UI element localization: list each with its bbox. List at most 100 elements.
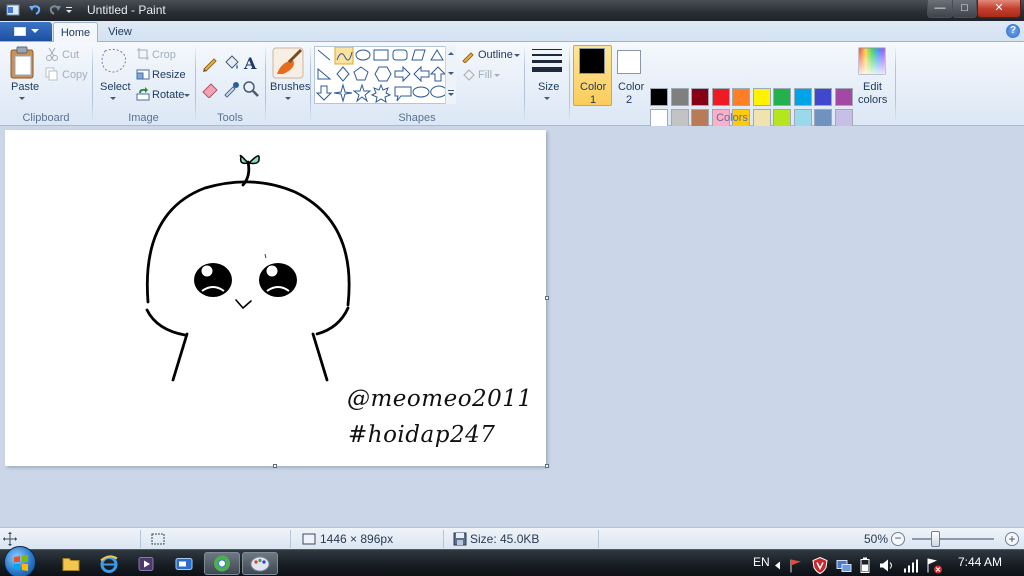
network-share-icon[interactable] xyxy=(835,554,853,576)
palette-swatch[interactable] xyxy=(711,88,730,106)
edit-colors-label-line1[interactable]: Edit xyxy=(863,81,882,93)
brushes-button[interactable]: Brushes xyxy=(270,81,310,93)
text-tool-icon[interactable]: A xyxy=(242,54,260,72)
edit-colors-icon[interactable] xyxy=(857,46,887,76)
status-bar: 1446 × 896px Size: 45.0KB 50% − + xyxy=(0,527,1024,549)
rotate-dropdown-icon[interactable] xyxy=(184,94,190,97)
tab-view[interactable]: View xyxy=(100,22,140,43)
chrome-icon xyxy=(214,555,230,572)
zoom-out-button[interactable]: − xyxy=(891,532,905,546)
color2-swatch[interactable] xyxy=(617,50,641,74)
help-icon[interactable]: ? xyxy=(1006,24,1020,38)
start-button[interactable] xyxy=(4,546,36,576)
resize-handle-bottom[interactable] xyxy=(273,464,277,468)
color2-label-line2[interactable]: 2 xyxy=(626,94,632,106)
quick-access-dropdown-icon[interactable] xyxy=(64,2,74,18)
maximize-button[interactable]: □ xyxy=(952,0,977,18)
antivirus-icon[interactable] xyxy=(811,554,829,576)
disk-icon xyxy=(453,532,467,546)
shapes-gallery-icons[interactable] xyxy=(315,47,455,103)
brushes-dropdown-icon[interactable] xyxy=(285,97,291,100)
media-player-icon[interactable] xyxy=(136,552,156,575)
palette-swatch[interactable] xyxy=(773,88,791,106)
resize-handle-corner[interactable] xyxy=(545,464,549,468)
fill-button[interactable]: Fill xyxy=(478,69,492,81)
cut-button[interactable]: Cut xyxy=(62,49,79,61)
palette-swatch[interactable] xyxy=(691,88,709,106)
paint-app-icon[interactable] xyxy=(5,2,21,18)
palette-swatch[interactable] xyxy=(732,88,750,106)
select-icon[interactable] xyxy=(99,47,129,77)
chevron-down-icon[interactable] xyxy=(448,72,454,75)
outline-button[interactable]: Outline xyxy=(478,49,513,61)
language-indicator[interactable]: EN xyxy=(753,555,770,569)
tab-home[interactable]: Home xyxy=(53,22,98,43)
video-app-icon[interactable] xyxy=(174,552,194,575)
palette-swatch[interactable] xyxy=(814,88,832,106)
resize-button[interactable]: Resize xyxy=(152,69,186,81)
fill-bucket-icon[interactable] xyxy=(222,54,240,72)
crop-button[interactable]: Crop xyxy=(152,49,176,61)
expand-gallery-icon[interactable] xyxy=(448,90,454,91)
taskbar-paint-app[interactable] xyxy=(242,552,278,575)
window-title: Untitled - Paint xyxy=(87,3,166,17)
shapes-group-label: Shapes xyxy=(398,112,436,124)
wifi-signal-icon[interactable] xyxy=(902,554,920,576)
color1-swatch xyxy=(579,48,605,74)
brushes-icon[interactable] xyxy=(271,46,305,80)
outline-dropdown-icon[interactable] xyxy=(514,54,520,57)
palette-swatch[interactable] xyxy=(650,88,668,106)
color2-label-line1[interactable]: Color xyxy=(618,81,644,93)
undo-icon[interactable] xyxy=(27,2,43,18)
paste-dropdown-icon[interactable] xyxy=(19,97,25,100)
taskbar-browser-app[interactable] xyxy=(204,552,240,575)
clock[interactable]: 7:44 AM xyxy=(958,555,1002,569)
paste-button[interactable]: Paste xyxy=(11,81,39,93)
select-button[interactable]: Select xyxy=(100,81,131,93)
fill-dropdown-icon[interactable] xyxy=(494,74,500,77)
paste-icon[interactable] xyxy=(8,46,38,80)
palette-swatch[interactable] xyxy=(834,88,853,106)
minimize-button[interactable]: — xyxy=(927,0,953,18)
size-dropdown-icon[interactable] xyxy=(544,97,550,100)
zoom-slider-thumb[interactable] xyxy=(931,531,940,547)
palette-swatch[interactable] xyxy=(670,88,689,106)
action-center-icon[interactable] xyxy=(925,554,943,576)
image-size-icon xyxy=(302,533,316,545)
document-icon xyxy=(14,27,26,36)
paint-menu-button[interactable] xyxy=(0,22,52,41)
zoom-slider[interactable] xyxy=(912,538,994,540)
color-picker-icon[interactable] xyxy=(222,80,240,98)
copy-icon xyxy=(45,67,58,81)
chevron-up-icon[interactable] xyxy=(448,52,454,55)
select-dropdown-icon[interactable] xyxy=(110,97,116,100)
notification-flag-icon[interactable] xyxy=(788,554,804,576)
resize-handle-right[interactable] xyxy=(545,296,549,300)
zoom-in-button[interactable]: + xyxy=(1005,532,1019,546)
eraser-icon[interactable] xyxy=(201,80,219,98)
internet-explorer-icon[interactable] xyxy=(99,552,119,575)
battery-icon[interactable] xyxy=(859,554,871,576)
redo-icon[interactable] xyxy=(47,2,63,18)
magnifier-icon[interactable] xyxy=(242,80,260,98)
size-button[interactable]: Size xyxy=(538,81,559,93)
group-divider xyxy=(895,45,896,123)
volume-icon[interactable] xyxy=(878,554,896,576)
close-button[interactable]: ✕ xyxy=(977,0,1021,18)
ribbon-tab-row xyxy=(0,21,1024,42)
pencil-icon[interactable] xyxy=(201,54,219,72)
image-group-label: Image xyxy=(128,112,159,124)
palette-swatch[interactable] xyxy=(793,88,812,106)
edit-colors-label-line2[interactable]: colors xyxy=(858,94,887,106)
palette-swatch[interactable] xyxy=(752,88,771,106)
copy-button[interactable]: Copy xyxy=(62,69,88,81)
cursor-position-icon xyxy=(3,532,17,546)
size-icon[interactable] xyxy=(531,47,563,75)
shapes-scrollbar[interactable] xyxy=(445,46,456,104)
show-hidden-icons-icon[interactable] xyxy=(772,554,784,576)
color1-label-line2: 1 xyxy=(590,94,597,106)
drawing-canvas[interactable]: @meomeo2011 #hoidap247 xyxy=(5,130,546,466)
rotate-button[interactable]: Rotate xyxy=(152,89,184,101)
explorer-folder-icon[interactable] xyxy=(61,552,81,575)
expand-gallery-arrow-icon[interactable] xyxy=(448,93,454,96)
